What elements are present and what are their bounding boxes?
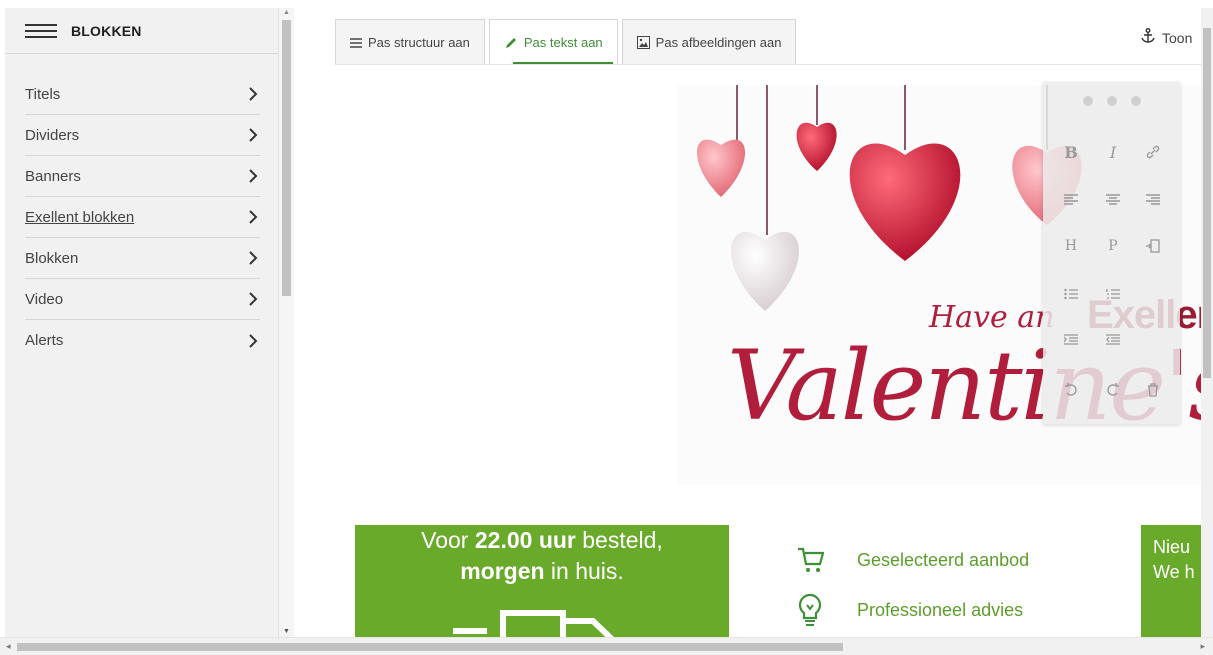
- scroll-up-arrow-icon[interactable]: ▲: [283, 9, 290, 16]
- align-center-icon[interactable]: [1101, 188, 1125, 212]
- chevron-right-icon: [246, 292, 260, 306]
- right-promo-block[interactable]: Nieu We h: [1141, 525, 1201, 645]
- bold-button[interactable]: B: [1059, 140, 1083, 164]
- tab-text[interactable]: Pas tekst aan: [488, 19, 618, 65]
- pencil-icon: [504, 36, 518, 50]
- indent-icon[interactable]: [1059, 328, 1083, 352]
- anchor-icon: [1140, 28, 1156, 47]
- right-promo-line-2: We h: [1153, 562, 1195, 582]
- sidebar-item-label: Banners: [25, 167, 81, 185]
- sidebar-item-exellent-blokken[interactable]: Exellent blokken: [25, 197, 260, 238]
- promo-line-2: morgen in huis.: [460, 558, 624, 584]
- tab-label: Pas tekst aan: [523, 35, 603, 50]
- app-window: BLOKKEN Titels Dividers Banners Exellent…: [0, 0, 1213, 655]
- sidebar-header: BLOKKEN: [5, 8, 278, 54]
- chevron-right-icon: [246, 333, 260, 348]
- scroll-down-arrow-icon[interactable]: ▼: [283, 628, 290, 635]
- italic-button[interactable]: I: [1101, 140, 1125, 164]
- sidebar-item-alerts[interactable]: Alerts: [25, 320, 260, 361]
- text-editor-toolbar: B I H P: [1043, 82, 1180, 424]
- sidebar-item-titels[interactable]: Titels: [25, 74, 260, 115]
- sidebar-title: BLOKKEN: [71, 22, 142, 39]
- features-list: Geselecteerd aanbod Professioneel advies: [795, 535, 1029, 635]
- scroll-left-arrow-icon[interactable]: ◂: [6, 641, 11, 652]
- lightbulb-icon: [795, 593, 825, 627]
- toon-label: Toon: [1162, 29, 1193, 46]
- sidebar-item-label: Alerts: [25, 332, 64, 349]
- sidebar-item-label: Titels: [25, 85, 61, 103]
- chevron-right-icon: [246, 169, 260, 183]
- outdent-icon[interactable]: [1101, 328, 1125, 352]
- list-icon: [350, 37, 362, 48]
- tab-structure[interactable]: Pas structuur aan: [335, 19, 485, 65]
- editor-tabs: Pas structuur aan Pas tekst aan Pas afbe…: [335, 19, 800, 65]
- feature-label: Professioneel advies: [857, 599, 1024, 620]
- promo-line-1: Voor 22.00 uur besteld,: [421, 527, 663, 553]
- blocks-sidebar: BLOKKEN Titels Dividers Banners Exellent…: [5, 8, 279, 637]
- chevron-right-icon: [246, 128, 260, 142]
- feature-item: Geselecteerd aanbod: [795, 535, 1029, 585]
- hamburger-menu-icon[interactable]: [25, 23, 57, 38]
- chevron-right-icon: [246, 210, 260, 224]
- sidebar-item-label: Video: [25, 290, 64, 308]
- feature-item: Professioneel advies: [795, 585, 1029, 635]
- cart-icon: [795, 546, 825, 574]
- sidebar-item-dividers[interactable]: Dividers: [25, 115, 260, 156]
- sidebar-item-label: Dividers: [25, 126, 80, 144]
- sidebar-item-video[interactable]: Video: [25, 279, 260, 320]
- undo-icon[interactable]: [1059, 378, 1083, 402]
- chevron-right-icon: [246, 251, 260, 265]
- paragraph-button[interactable]: P: [1101, 234, 1125, 258]
- toon-button[interactable]: Toon: [1140, 28, 1192, 47]
- bullet-list-icon[interactable]: [1059, 282, 1083, 306]
- tabs-divider: [335, 64, 1201, 65]
- align-right-icon[interactable]: [1141, 188, 1165, 212]
- horizontal-scrollbar[interactable]: ◂ ▸: [0, 637, 1213, 655]
- sidebar-item-label: Blokken: [25, 249, 79, 267]
- image-icon: [636, 36, 650, 49]
- delivery-promo-block[interactable]: Voor 22.00 uur besteld, morgen in huis.: [355, 525, 729, 645]
- chevron-right-icon: [246, 87, 260, 101]
- tab-label: Pas afbeeldingen aan: [655, 35, 782, 50]
- trash-icon[interactable]: [1141, 378, 1165, 402]
- redo-icon[interactable]: [1101, 378, 1125, 402]
- blocks-menu: Titels Dividers Banners Exellent blokken…: [5, 74, 278, 361]
- toolbar-drag-handle[interactable]: [1083, 96, 1141, 106]
- sidebar-item-blokken[interactable]: Blokken: [25, 238, 260, 279]
- sidebar-scrollbar[interactable]: ▲ ▼: [279, 8, 294, 637]
- sidebar-item-label: Exellent blokken: [25, 208, 135, 226]
- vertical-scrollbar-thumb[interactable]: [1203, 28, 1211, 378]
- heading-button[interactable]: H: [1059, 234, 1083, 258]
- sidebar-item-banners[interactable]: Banners: [25, 156, 260, 197]
- link-icon[interactable]: [1141, 140, 1165, 164]
- horizontal-scrollbar-thumb[interactable]: [17, 643, 843, 651]
- numbered-list-icon[interactable]: [1101, 282, 1125, 306]
- scroll-right-arrow-icon[interactable]: ▸: [1200, 641, 1205, 652]
- insert-block-icon[interactable]: [1141, 234, 1165, 258]
- right-promo-line-1: Nieu: [1153, 537, 1191, 557]
- main-vertical-scrollbar[interactable]: [1201, 8, 1213, 637]
- align-left-icon[interactable]: [1059, 188, 1083, 212]
- sidebar-scrollbar-thumb[interactable]: [282, 20, 291, 296]
- feature-label: Geselecteerd aanbod: [857, 549, 1030, 570]
- tab-images[interactable]: Pas afbeeldingen aan: [621, 19, 797, 65]
- tab-label: Pas structuur aan: [368, 35, 470, 50]
